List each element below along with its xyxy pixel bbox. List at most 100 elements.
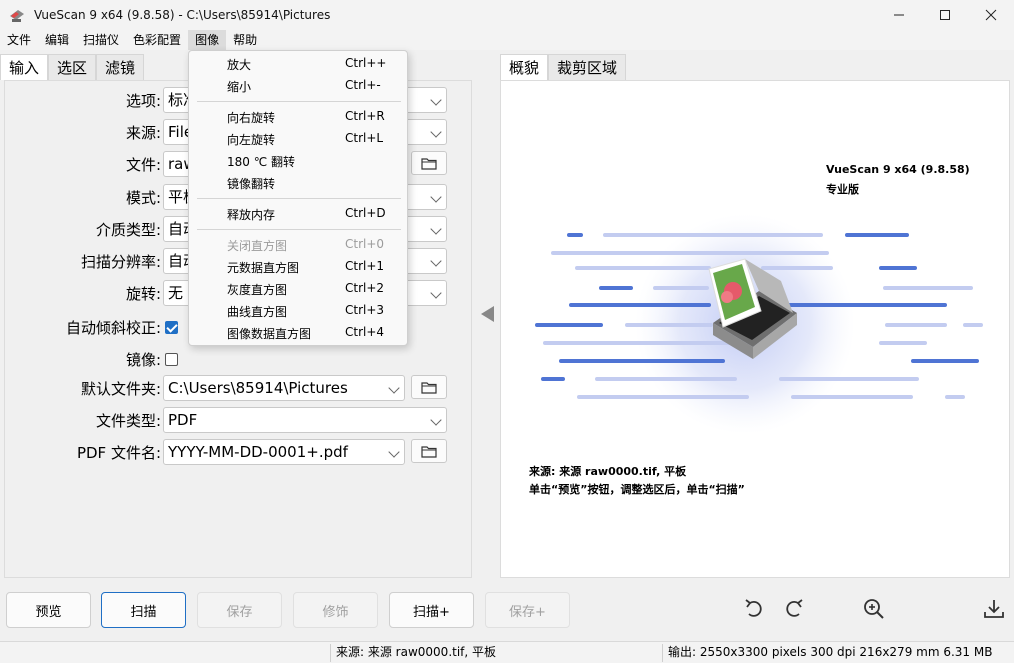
menu-item-label: 灰度直方图 [227, 283, 288, 297]
image-menu-dropdown: 放大 Ctrl++ 缩小 Ctrl+- 向右旋转 Ctrl+R 向左旋转 Ctr… [188, 50, 408, 346]
menu-bar: 文件 编辑 扫描仪 色彩配置 图像 帮助 [0, 30, 1014, 50]
default-folder-value: C:\Users\85914\Pictures [168, 379, 348, 397]
status-bar: 来源: 来源 raw0000.tif, 平板 输出: 2550x3300 pix… [0, 641, 1014, 663]
status-source: 来源: 来源 raw0000.tif, 平板 [336, 645, 497, 659]
overview-panel: VueScan 9 x64 (9.8.58) 专业版 来源: 来源 raw000… [500, 80, 1010, 578]
rotate-left-icon[interactable] [742, 597, 766, 621]
default-folder-browse-button[interactable] [411, 375, 447, 399]
pdf-filename-browse-button[interactable] [411, 439, 447, 463]
menu-mirror-flip[interactable]: 镜像翻转 [189, 172, 409, 194]
pdf-filename-select[interactable]: YYYY-MM-DD-0001+.pdf [163, 439, 405, 465]
product-title: VueScan 9 x64 (9.8.58) [826, 163, 970, 176]
menu-image-data-histogram[interactable]: 图像数据直方图 Ctrl+4 [189, 322, 409, 344]
menu-separator [197, 198, 401, 199]
menu-rotate-right[interactable]: 向右旋转 Ctrl+R [189, 106, 409, 128]
menu-help[interactable]: 帮助 [226, 30, 264, 50]
menu-separator [197, 101, 401, 102]
chevron-down-icon [430, 223, 442, 235]
menu-item-shortcut: Ctrl+1 [345, 259, 385, 273]
tab-crop-area[interactable]: 裁剪区域 [548, 54, 627, 80]
menu-item-shortcut: Ctrl+0 [345, 237, 385, 251]
menu-item-label: 曲线直方图 [227, 305, 288, 319]
status-output: 输出: 2550x3300 pixels 300 dpi 216x279 mm … [668, 645, 993, 659]
zoom-in-icon[interactable] [862, 597, 886, 621]
pdf-filename-value: YYYY-MM-DD-0001+.pdf [168, 443, 348, 461]
tab-filter[interactable]: 滤镜 [96, 54, 145, 80]
menu-separator [197, 229, 401, 230]
tab-input[interactable]: 输入 [0, 54, 49, 80]
maximize-button[interactable] [922, 0, 968, 30]
folder-icon [421, 157, 437, 170]
file-label: 文件: [125, 156, 161, 174]
row-pdf-filename: PDF 文件名: YYYY-MM-DD-0001+.pdf [5, 439, 473, 465]
menu-edit[interactable]: 编辑 [38, 30, 76, 50]
tab-overview[interactable]: 概貌 [500, 54, 549, 80]
rotation-label: 旋转: [125, 285, 161, 303]
window-title: VueScan 9 x64 (9.8.58) - C:\Users\85914\… [34, 8, 331, 22]
mirror-checkbox[interactable] [165, 353, 178, 366]
status-divider [662, 644, 663, 662]
vuescan-app-icon [10, 10, 24, 22]
media-type-label: 介质类型: [95, 221, 161, 239]
menu-scanner[interactable]: 扫描仪 [76, 30, 126, 50]
minimize-icon [894, 14, 904, 16]
menu-release-memory[interactable]: 释放内存 Ctrl+D [189, 203, 409, 225]
download-icon[interactable] [982, 597, 1006, 621]
source-info: 来源: 来源 raw0000.tif, 平板 [529, 465, 687, 478]
menu-zoom-in[interactable]: 放大 Ctrl++ [189, 53, 409, 75]
chevron-down-icon [430, 126, 442, 138]
title-bar: VueScan 9 x64 (9.8.58) - C:\Users\85914\… [0, 0, 1014, 30]
mode-label: 模式: [125, 189, 161, 207]
menu-item-shortcut: Ctrl+3 [345, 303, 385, 317]
row-file-type: 文件类型: PDF [5, 407, 473, 433]
scan-button[interactable]: 扫描 [101, 592, 186, 628]
retouch-button: 修饰 [293, 592, 378, 628]
save-plus-button: 保存+ [485, 592, 570, 628]
left-tab-bar: 输入 选区 滤镜 [0, 54, 145, 80]
auto-deskew-checkbox[interactable] [165, 321, 178, 334]
chevron-down-icon [430, 414, 442, 426]
minimize-button[interactable] [876, 0, 922, 30]
maximize-icon [940, 10, 950, 20]
usage-hint: 单击“预览”按钮，调整选区后，单击“扫描” [529, 483, 745, 496]
default-folder-select[interactable]: C:\Users\85914\Pictures [163, 375, 405, 401]
menu-color-profile[interactable]: 色彩配置 [126, 30, 188, 50]
chevron-down-icon [430, 255, 442, 267]
menu-curve-histogram[interactable]: 曲线直方图 Ctrl+3 [189, 300, 409, 322]
folder-icon [421, 445, 437, 458]
menu-file[interactable]: 文件 [0, 30, 38, 50]
chevron-down-icon [430, 191, 442, 203]
edition-label: 专业版 [826, 183, 859, 196]
menu-image[interactable]: 图像 [188, 30, 227, 50]
menu-item-label: 向左旋转 [227, 133, 276, 147]
scanner-illustration [535, 214, 983, 434]
chevron-down-icon [388, 382, 400, 394]
tab-selection[interactable]: 选区 [48, 54, 97, 80]
close-button[interactable] [968, 0, 1014, 30]
menu-item-label: 放大 [227, 58, 252, 72]
menu-zoom-out[interactable]: 缩小 Ctrl+- [189, 75, 409, 97]
menu-gray-histogram[interactable]: 灰度直方图 Ctrl+2 [189, 278, 409, 300]
menu-item-label: 镜像翻转 [227, 177, 276, 191]
scan-plus-button[interactable]: 扫描+ [389, 592, 474, 628]
file-type-value: PDF [168, 411, 198, 429]
menu-rotate-left[interactable]: 向左旋转 Ctrl+L [189, 128, 409, 150]
file-browse-button[interactable] [411, 151, 447, 175]
menu-metadata-histogram[interactable]: 元数据直方图 Ctrl+1 [189, 256, 409, 278]
file-type-select[interactable]: PDF [163, 407, 447, 433]
close-icon [985, 9, 997, 21]
rotation-value: 无 [168, 284, 184, 302]
menu-item-shortcut: Ctrl+2 [345, 281, 385, 295]
menu-item-label: 释放内存 [227, 208, 276, 222]
menu-item-label: 元数据直方图 [227, 261, 300, 275]
save-button: 保存 [197, 592, 282, 628]
options-label: 选项: [125, 92, 161, 110]
panel-collapse-arrow-icon[interactable] [481, 306, 494, 322]
preview-button[interactable]: 预览 [6, 592, 91, 628]
rotate-right-icon[interactable] [782, 597, 806, 621]
menu-rotate-180[interactable]: 180 ℃ 翻转 [189, 150, 409, 172]
menu-item-shortcut: Ctrl+L [345, 131, 384, 145]
chevron-down-icon [430, 94, 442, 106]
menu-item-label: 向右旋转 [227, 111, 276, 125]
status-divider [330, 644, 331, 662]
